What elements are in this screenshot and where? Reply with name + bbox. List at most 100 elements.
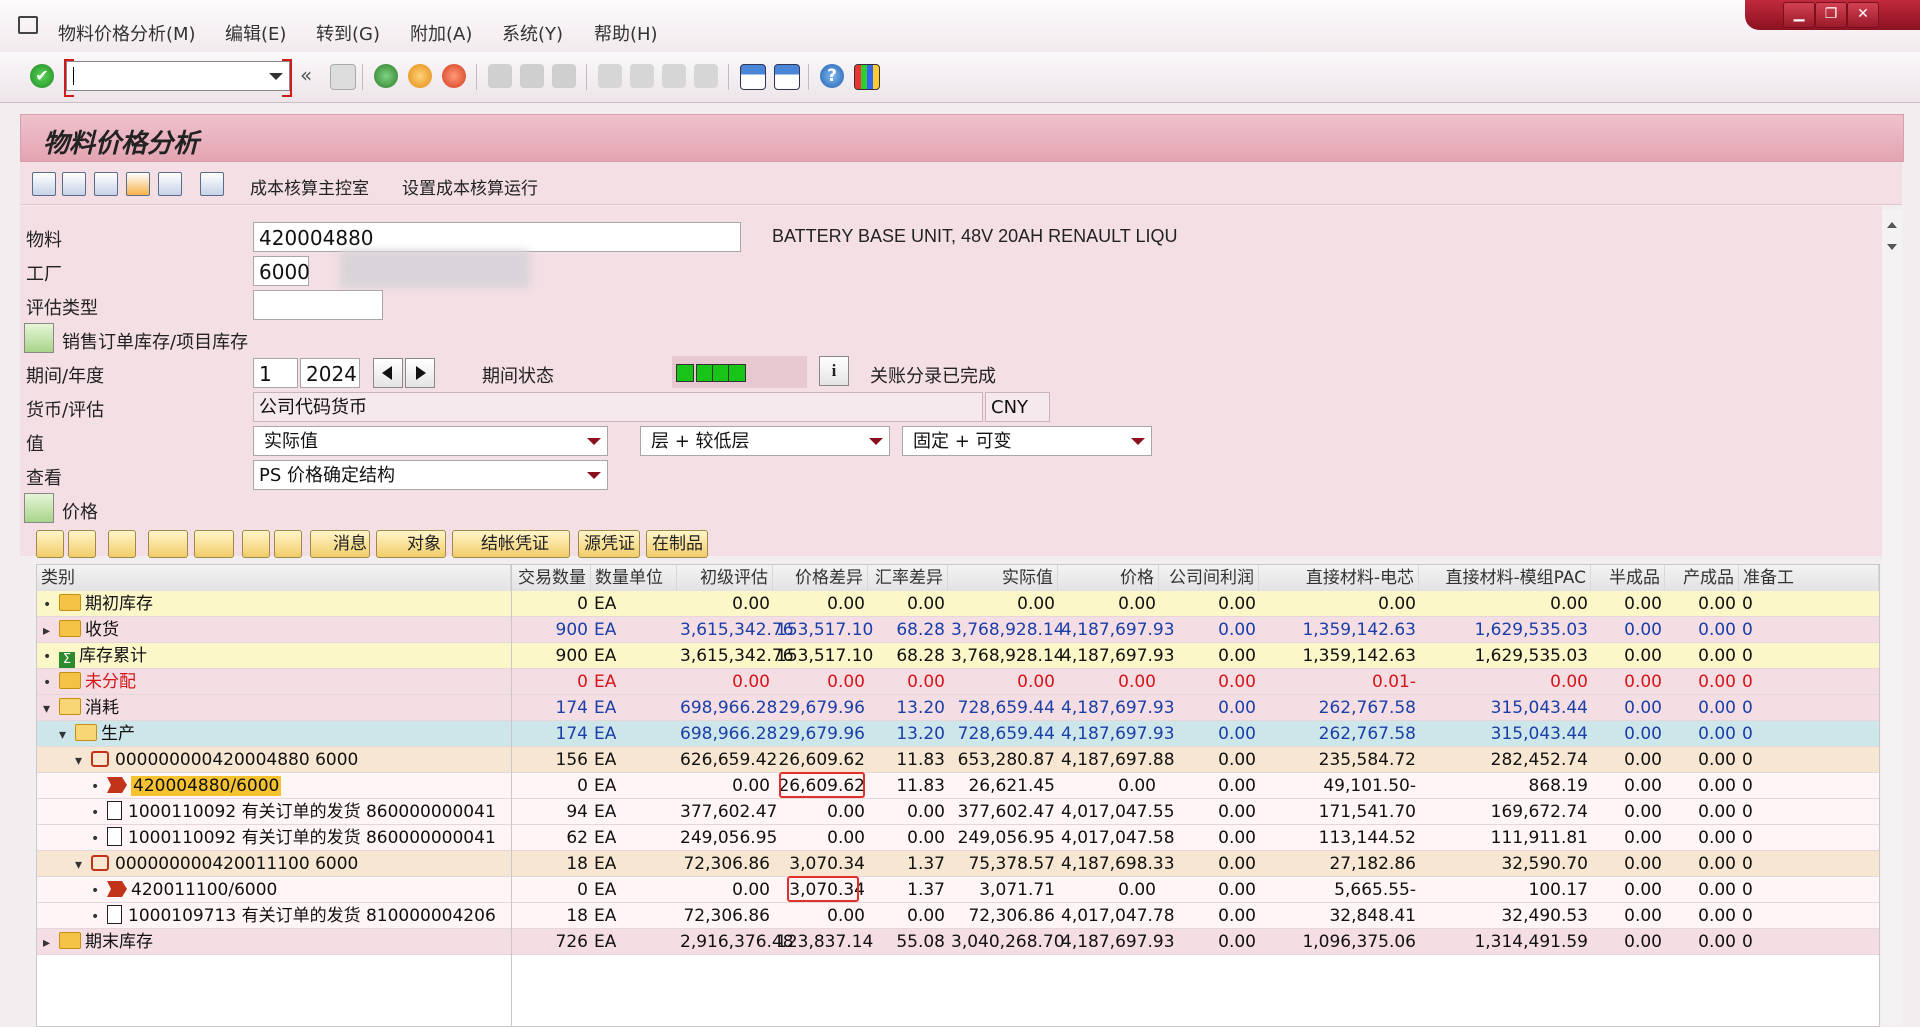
print-icon[interactable] xyxy=(488,64,512,88)
layout-icon[interactable] xyxy=(194,530,234,558)
layer-select[interactable]: 层 + 较低层 xyxy=(640,426,890,456)
tree-node[interactable]: • 420004880/6000 xyxy=(91,773,282,799)
table-row[interactable]: ▾ 000000000420011100 6000 18 EA 72,306.86 3,0… xyxy=(37,851,1879,877)
column-header[interactable]: 产成品 xyxy=(1665,565,1739,591)
table-row[interactable]: • 1000110092 有关订单的发货 860000000041 94 EA 377,… xyxy=(37,799,1879,825)
display-icon[interactable] xyxy=(126,172,150,196)
tree-node[interactable]: ▾ 000000000420004880 6000 xyxy=(75,747,358,773)
tree-node[interactable]: • 420011100/6000 xyxy=(91,877,277,903)
expanded-node-icon[interactable]: ▾ xyxy=(59,722,75,748)
valuation-type-input[interactable] xyxy=(253,290,383,320)
refresh-icon[interactable] xyxy=(32,172,56,196)
column-header[interactable]: 价格差异 xyxy=(773,565,868,591)
expand-all-icon[interactable] xyxy=(36,530,64,558)
detail-icon[interactable] xyxy=(242,530,270,558)
column-header[interactable]: 价格 xyxy=(1058,565,1159,591)
menu-goto[interactable]: 转到(G) xyxy=(316,20,380,46)
table-row[interactable]: ▾ 000000000420004880 6000 156 EA 626,659.42 2… xyxy=(37,747,1879,773)
vertical-scrollbar[interactable] xyxy=(1882,210,1902,1025)
column-header[interactable]: 直接材料-模组PAC xyxy=(1419,565,1591,591)
back-icon[interactable] xyxy=(374,64,398,88)
fixed-select[interactable]: 固定 + 可变 xyxy=(902,426,1152,456)
column-header[interactable]: 准备工 xyxy=(1739,565,1879,591)
help-icon[interactable]: ? xyxy=(820,64,844,88)
collapse-all-icon[interactable] xyxy=(68,530,96,558)
table-row[interactable]: ▸ 收货 900 EA 3,615,342.76 153,517.10 68.28 3,768… xyxy=(37,617,1879,643)
next-period-button[interactable] xyxy=(405,358,435,388)
first-page-icon[interactable] xyxy=(598,64,622,88)
minimize-icon[interactable]: ▁ xyxy=(1783,2,1815,28)
analysis-icon[interactable] xyxy=(200,172,224,196)
prev-page-icon[interactable] xyxy=(630,64,654,88)
tree-node[interactable]: • 1000109713 有关订单的发货 810000004206 xyxy=(91,903,496,929)
menu-edit[interactable]: 编辑(E) xyxy=(225,20,286,46)
tree-node[interactable]: • 期初库存 xyxy=(43,591,153,617)
column-header[interactable]: 直接材料-电芯 xyxy=(1259,565,1419,591)
new-session-icon[interactable] xyxy=(740,64,766,90)
chevron-down-icon[interactable] xyxy=(1131,438,1145,445)
columns-icon[interactable] xyxy=(158,172,182,196)
tree-node[interactable]: ▾ 生产 xyxy=(59,721,135,747)
column-header[interactable]: 半成品 xyxy=(1591,565,1665,591)
chevron-down-icon[interactable] xyxy=(587,472,601,479)
value-select[interactable]: 实际值 xyxy=(253,426,608,456)
menu-help[interactable]: 帮助(H) xyxy=(594,20,658,46)
tree-node[interactable]: • Σ 库存累计 xyxy=(43,643,147,669)
menu-extras[interactable]: 附加(A) xyxy=(410,20,472,46)
prev-period-button[interactable] xyxy=(373,358,403,388)
layout-icon[interactable] xyxy=(854,64,880,90)
sales-stock-toggle-icon[interactable] xyxy=(24,323,54,353)
collapse-icon[interactable]: « xyxy=(300,63,312,87)
costing-run-link[interactable]: 设置成本核算运行 xyxy=(402,174,538,199)
settlement-doc-button[interactable]: 结帐凭证 xyxy=(452,530,570,558)
year-input[interactable]: 2024 xyxy=(300,358,360,388)
hierarchy-icon[interactable] xyxy=(94,172,118,196)
print-icon[interactable] xyxy=(148,530,188,558)
column-header[interactable]: 实际值 xyxy=(948,565,1058,591)
next-page-icon[interactable] xyxy=(662,64,686,88)
column-header[interactable]: 汇率差异 xyxy=(868,565,948,591)
save-icon[interactable] xyxy=(330,64,356,90)
view-select[interactable]: PS 价格确定结构 xyxy=(253,460,608,490)
expanded-node-icon[interactable]: ▾ xyxy=(75,852,91,878)
enter-icon[interactable]: ✔ xyxy=(30,64,54,88)
find-icon[interactable] xyxy=(520,64,544,88)
last-page-icon[interactable] xyxy=(694,64,718,88)
column-header[interactable]: 类别 xyxy=(37,565,511,591)
column-header[interactable]: 公司间利润 xyxy=(1159,565,1259,591)
column-header[interactable]: 交易数量 xyxy=(511,565,591,591)
table-row[interactable]: • 1000110092 有关订单的发货 860000000041 62 EA 249,… xyxy=(37,825,1879,851)
tree-column-separator[interactable] xyxy=(511,565,512,1026)
source-doc-button[interactable]: 源凭证 xyxy=(578,530,640,558)
find-icon[interactable] xyxy=(108,530,136,558)
table-row[interactable]: • 未分配 0 EA 0.00 0.00 0.00 0.00 0.00 0.00 0.01- 0.00… xyxy=(37,669,1879,695)
scroll-up-icon[interactable] xyxy=(1887,222,1897,228)
table-row[interactable]: • 420011100/6000 0 EA 0.00 3,070.34 1.37 3,071.… xyxy=(37,877,1879,903)
table-row[interactable]: ▾ 消耗 174 EA 698,966.28 29,679.96 13.20 728,659.… xyxy=(37,695,1879,721)
column-header[interactable]: 初级评估 xyxy=(677,565,773,591)
exit-icon[interactable] xyxy=(408,64,432,88)
costing-cockpit-link[interactable]: 成本核算主控室 xyxy=(250,174,369,199)
table-row[interactable]: • Σ 库存累计 900 EA 3,615,342.76 153,517.10 68.28 3,… xyxy=(37,643,1879,669)
table-row[interactable]: • 1000109713 有关订单的发货 810000004206 18 EA 72,3… xyxy=(37,903,1879,929)
chevron-down-icon[interactable] xyxy=(587,438,601,445)
tree-node[interactable]: ▸ 期末库存 xyxy=(43,929,153,955)
close-icon[interactable]: ✕ xyxy=(1847,2,1879,28)
chevron-down-icon[interactable] xyxy=(869,438,883,445)
tree-node[interactable]: ▸ 收货 xyxy=(43,617,119,643)
tree-node[interactable]: • 1000110092 有关订单的发货 860000000041 xyxy=(91,825,496,851)
cancel-icon[interactable] xyxy=(442,64,466,88)
table-row[interactable]: • 420004880/6000 0 EA 0.00 26,609.62 11.83 26,6… xyxy=(37,773,1879,799)
period-input[interactable]: 1 xyxy=(253,358,298,388)
menu-material-price[interactable]: 物料价格分析(M) xyxy=(58,20,196,46)
tree-node[interactable]: • 未分配 xyxy=(43,669,136,695)
app-menu-icon[interactable] xyxy=(18,16,38,34)
expanded-node-icon[interactable]: ▾ xyxy=(43,696,59,722)
expanded-node-icon[interactable]: ▾ xyxy=(75,748,91,774)
column-header[interactable]: 数量单位 xyxy=(591,565,677,591)
table-row[interactable]: ▸ 期末库存 726 EA 2,916,376.48 123,837.14 55.08 3,0… xyxy=(37,929,1879,955)
table-row[interactable]: • 期初库存 0 EA 0.00 0.00 0.00 0.00 0.00 0.00 0.00 0.00… xyxy=(37,591,1879,617)
list-icon[interactable] xyxy=(62,172,86,196)
wip-button[interactable]: 在制品 xyxy=(646,530,708,558)
menu-system[interactable]: 系统(Y) xyxy=(502,20,563,46)
